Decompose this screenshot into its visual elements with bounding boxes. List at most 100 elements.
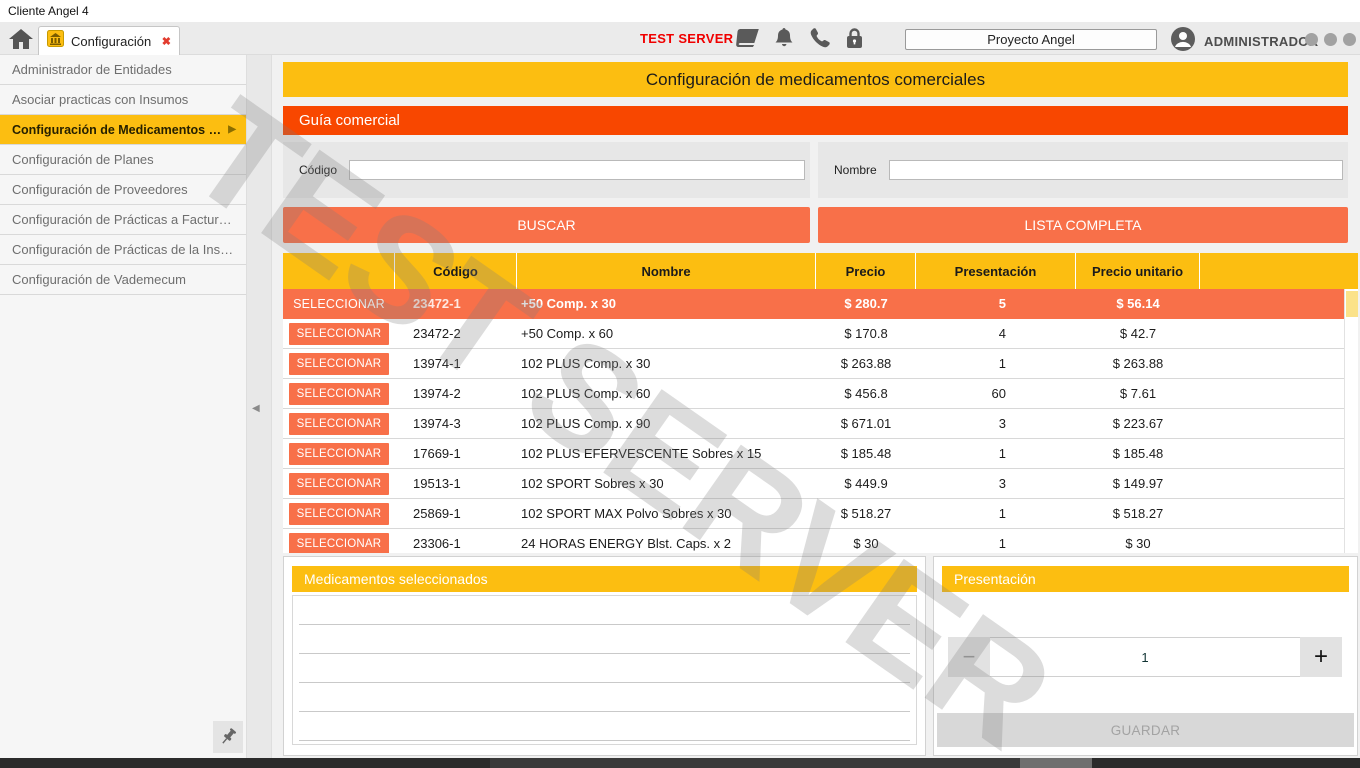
page-title: Configuración de medicamentos comerciale… [283, 62, 1348, 97]
cell-precio: $ 456.8 [816, 386, 916, 401]
seleccionar-button[interactable]: SELECCIONAR [289, 353, 389, 375]
sidebar-item-label: Configuración de Medicamentos Com... [12, 123, 222, 137]
table-row[interactable]: SELECCIONAR 23472-2 +50 Comp. x 60 $ 170… [283, 319, 1344, 349]
topbar-icons [735, 27, 863, 49]
window-dot[interactable] [1343, 33, 1356, 46]
seleccionar-button[interactable]: SELECCIONAR [289, 473, 389, 495]
codigo-filter-box: Código [283, 142, 810, 198]
user-name: ADMINISTRADOR [1204, 34, 1318, 49]
phone-icon[interactable] [809, 27, 831, 49]
tab-configuracion[interactable]: Configuración ✖ [38, 26, 180, 55]
table-row[interactable]: SELECCIONAR 13974-1 102 PLUS Comp. x 30 … [283, 349, 1344, 379]
table-row[interactable]: SELECCIONAR 13974-3 102 PLUS Comp. x 90 … [283, 409, 1344, 439]
sidebar-item-label: Configuración de Planes [12, 152, 236, 167]
cell-codigo: 23472-2 [395, 326, 517, 341]
cell-nombre: 102 PLUS Comp. x 90 [517, 416, 816, 431]
taskbar-segment [490, 758, 1020, 768]
window-title: Cliente Angel 4 [8, 4, 89, 18]
user-box[interactable]: ADMINISTRADOR [1170, 26, 1318, 57]
seleccionar-button[interactable]: SELECCIONAR [289, 383, 389, 405]
codigo-input[interactable] [349, 160, 805, 180]
cell-nombre: +50 Comp. x 30 [517, 296, 816, 311]
tab-label: Configuración [71, 34, 155, 49]
server-label: TEST SERVER [640, 31, 733, 46]
table-scrollbar[interactable] [1344, 289, 1358, 553]
table-row[interactable]: SELECCIONAR 23306-1 24 HORAS ENERGY Blst… [283, 529, 1344, 553]
cell-presentacion: 1 [916, 446, 1076, 461]
cell-precio: $ 170.8 [816, 326, 916, 341]
list-item [299, 625, 910, 654]
cell-precio-unitario: $ 185.48 [1076, 446, 1200, 461]
list-item [299, 712, 910, 741]
seleccionar-button[interactable]: SELECCIONAR [289, 503, 389, 525]
tab-close-icon[interactable]: ✖ [162, 35, 171, 48]
main-content: Configuración de medicamentos comerciale… [272, 55, 1360, 758]
lista-completa-button[interactable]: LISTA COMPLETA [818, 207, 1348, 243]
table-row[interactable]: SELECCIONAR 19513-1 102 SPORT Sobres x 3… [283, 469, 1344, 499]
cell-precio: $ 449.9 [816, 476, 916, 491]
cell-precio-unitario: $ 42.7 [1076, 326, 1200, 341]
table-row[interactable]: SELECCIONAR 17669-1 102 PLUS EFERVESCENT… [283, 439, 1344, 469]
sidebar-item-label: Configuración de Prácticas de la Institu… [12, 242, 236, 257]
sidebar-item-administrador-entidades[interactable]: Administrador de Entidades [0, 55, 246, 85]
window-dot[interactable] [1324, 33, 1337, 46]
sidebar-item-label: Configuración de Vademecum [12, 272, 236, 287]
stepper-minus-button[interactable]: − [948, 637, 990, 677]
section-title: Guía comercial [283, 106, 1348, 135]
book-icon[interactable] [735, 27, 759, 49]
buscar-button[interactable]: BUSCAR [283, 207, 810, 243]
collapse-arrow-icon[interactable]: ◀ [252, 403, 260, 414]
medicamentos-seleccionados-panel: Medicamentos seleccionados [283, 556, 926, 756]
action-buttons-row: BUSCAR LISTA COMPLETA [283, 207, 1348, 243]
header-blank [1200, 253, 1344, 289]
nombre-input[interactable] [889, 160, 1343, 180]
sidebar-item-label: Configuración de Proveedores [12, 182, 236, 197]
cell-precio-unitario: $ 263.88 [1076, 356, 1200, 371]
sidebar-item-practicas-institucion[interactable]: Configuración de Prácticas de la Institu… [0, 235, 246, 265]
sidebar-item-vademecum[interactable]: Configuración de Vademecum [0, 265, 246, 295]
seleccionar-button[interactable]: SELECCIONAR [289, 443, 389, 465]
bell-icon[interactable] [774, 27, 794, 49]
cell-precio-unitario: $ 30 [1076, 536, 1200, 551]
seleccionar-button[interactable]: SELECCIONAR [289, 413, 389, 435]
table-row[interactable]: SELECCIONAR 25869-1 102 SPORT MAX Polvo … [283, 499, 1344, 529]
cell-precio-unitario: $ 223.67 [1076, 416, 1200, 431]
selected-medicamentos-list[interactable] [292, 595, 917, 745]
project-selector-label: Proyecto Angel [987, 32, 1074, 47]
seleccionar-button[interactable]: SELECCIONAR [289, 293, 389, 315]
cell-presentacion: 1 [916, 356, 1076, 371]
sidebar-collapse-strip[interactable]: ◀ [246, 55, 272, 758]
taskbar-segment [1020, 758, 1092, 768]
guardar-button[interactable]: GUARDAR [937, 713, 1354, 747]
lock-icon[interactable] [846, 27, 863, 49]
stepper-value-input[interactable] [990, 637, 1300, 677]
cell-presentacion: 3 [916, 416, 1076, 431]
sidebar-item-planes[interactable]: Configuración de Planes [0, 145, 246, 175]
cell-presentacion: 3 [916, 476, 1076, 491]
selected-arrow-icon: ▶ [228, 124, 236, 135]
project-selector[interactable]: Proyecto Angel [905, 29, 1157, 50]
cell-codigo: 13974-2 [395, 386, 517, 401]
table-row[interactable]: SELECCIONAR 13974-2 102 PLUS Comp. x 60 … [283, 379, 1344, 409]
cell-precio: $ 671.01 [816, 416, 916, 431]
sidebar-item-asociar-practicas[interactable]: Asociar practicas con Insumos [0, 85, 246, 115]
presentacion-title: Presentación [942, 566, 1349, 592]
sidebar-item-practicas-facturar[interactable]: Configuración de Prácticas a Facturar po… [0, 205, 246, 235]
list-item [299, 596, 910, 625]
table-scrollbar-thumb[interactable] [1346, 291, 1358, 317]
list-item [299, 654, 910, 683]
cell-codigo: 13974-3 [395, 416, 517, 431]
sidebar-item-medicamentos-comerciales[interactable]: Configuración de Medicamentos Com... ▶ [0, 115, 246, 145]
pin-button[interactable] [213, 721, 243, 753]
cell-precio-unitario: $ 149.97 [1076, 476, 1200, 491]
table-row[interactable]: SELECCIONAR 23472-1 +50 Comp. x 30 $ 280… [283, 289, 1344, 319]
cell-codigo: 19513-1 [395, 476, 517, 491]
cell-precio-unitario: $ 56.14 [1076, 296, 1200, 311]
sidebar-item-proveedores[interactable]: Configuración de Proveedores [0, 175, 246, 205]
window-dot[interactable] [1305, 33, 1318, 46]
home-icon[interactable] [8, 27, 34, 51]
stepper-plus-button[interactable]: + [1300, 637, 1342, 677]
cell-presentacion: 1 [916, 536, 1076, 551]
seleccionar-button[interactable]: SELECCIONAR [289, 533, 389, 554]
seleccionar-button[interactable]: SELECCIONAR [289, 323, 389, 345]
